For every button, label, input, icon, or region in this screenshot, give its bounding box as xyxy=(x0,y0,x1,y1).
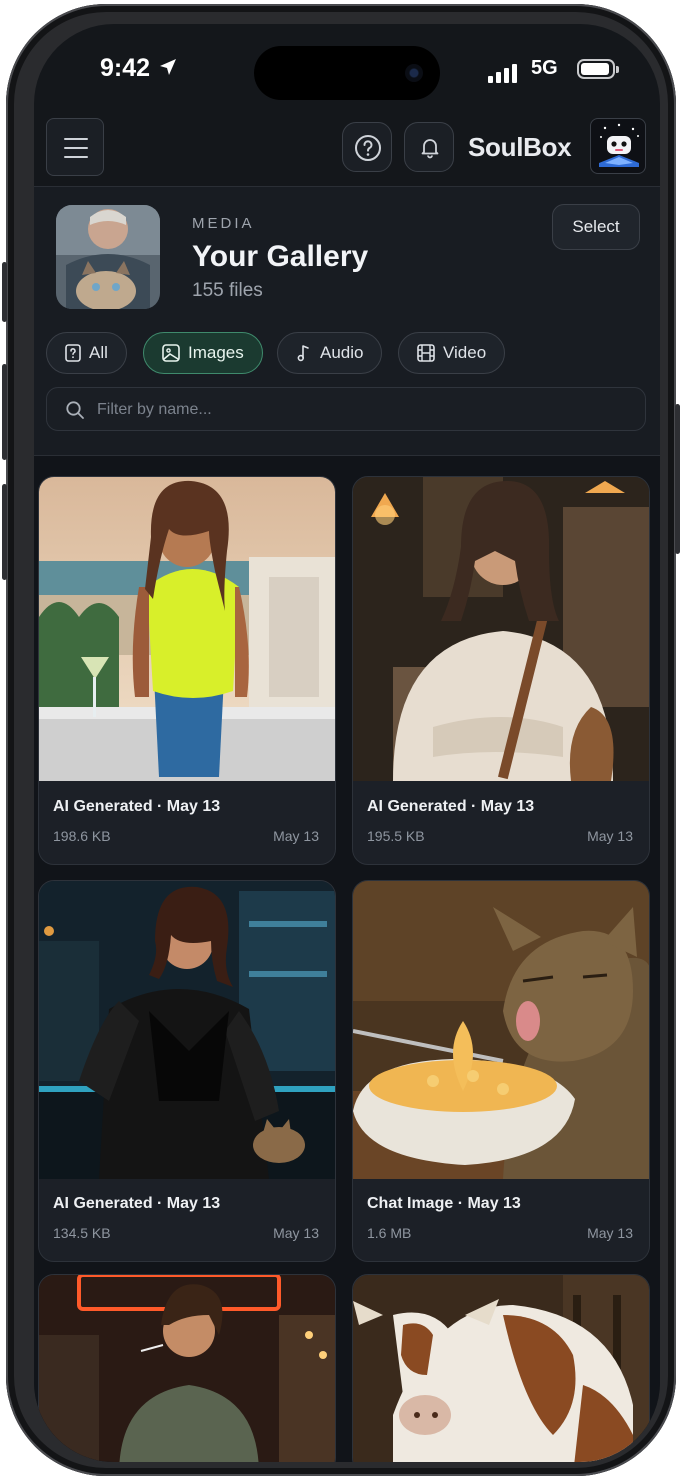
item-title: AI Generated · May 13 xyxy=(53,1195,221,1212)
screen: 9:42 5G SoulBox MEDIA Your Gallery 155 f… xyxy=(34,24,660,1462)
app-topbar: SoulBox xyxy=(34,114,660,187)
dynamic-island xyxy=(254,46,440,100)
item-size: 1.6 MB xyxy=(367,1225,412,1241)
gallery-avatar xyxy=(56,205,160,309)
gallery-header: MEDIA Your Gallery 155 files Select All xyxy=(34,187,660,456)
filter-images-label: Images xyxy=(188,343,244,362)
status-bar: 9:42 5G xyxy=(34,24,660,114)
camera-icon xyxy=(405,64,423,82)
filter-all[interactable]: All xyxy=(46,332,127,374)
filter-audio-label: Audio xyxy=(320,343,364,362)
question-circle-icon xyxy=(355,135,381,161)
filter-audio[interactable]: Audio xyxy=(277,332,383,374)
file-count: 155 files xyxy=(192,280,263,301)
filter-video[interactable]: Video xyxy=(398,332,506,374)
gallery-thumbnail xyxy=(39,1275,335,1462)
gallery-thumbnail xyxy=(39,477,335,781)
power-button xyxy=(675,404,680,554)
film-icon xyxy=(417,344,435,362)
page-title: Your Gallery xyxy=(192,240,369,273)
status-time: 9:42 xyxy=(100,54,151,82)
gallery-card[interactable] xyxy=(38,1274,336,1462)
gallery-grid: AI Generated · May 13 198.6 KB May 13 AI… xyxy=(34,456,660,1462)
location-arrow-icon xyxy=(160,59,176,75)
filter-all-label: All xyxy=(89,343,108,362)
help-button[interactable] xyxy=(342,122,392,172)
robot-logo-icon xyxy=(599,123,639,167)
battery-icon xyxy=(577,59,619,79)
search-box xyxy=(46,387,646,432)
item-title: AI Generated · May 13 xyxy=(367,798,535,815)
image-icon xyxy=(162,344,180,362)
section-kicker: MEDIA xyxy=(192,215,255,232)
item-date: May 13 xyxy=(273,828,319,844)
filter-images[interactable]: Images xyxy=(143,332,263,374)
brand-logo[interactable] xyxy=(590,118,646,174)
file-question-icon xyxy=(65,344,81,362)
gallery-card[interactable]: AI Generated · May 13 134.5 KB May 13 xyxy=(38,880,336,1262)
phone-frame: 9:42 5G SoulBox MEDIA Your Gallery 155 f… xyxy=(2,4,680,1476)
filter-video-label: Video xyxy=(443,343,487,362)
volume-up-button xyxy=(2,364,7,460)
gallery-thumbnail xyxy=(353,1275,649,1462)
item-date: May 13 xyxy=(587,1225,633,1241)
item-size: 195.5 KB xyxy=(367,828,425,844)
item-size: 134.5 KB xyxy=(53,1225,111,1241)
volume-down-button xyxy=(2,484,7,580)
item-date: May 13 xyxy=(587,828,633,844)
gallery-card[interactable]: AI Generated · May 13 195.5 KB May 13 xyxy=(352,476,650,865)
search-input[interactable] xyxy=(95,388,619,432)
gallery-thumbnail xyxy=(39,881,335,1179)
action-button xyxy=(2,262,7,322)
item-title: Chat Image · May 13 xyxy=(367,1195,521,1212)
network-label: 5G xyxy=(531,57,558,79)
gallery-thumbnail xyxy=(353,477,649,781)
search-icon xyxy=(66,401,84,419)
item-date: May 13 xyxy=(273,1225,319,1241)
brand-name: SoulBox xyxy=(468,132,572,162)
gallery-card[interactable] xyxy=(352,1274,650,1462)
gallery-card[interactable]: AI Generated · May 13 198.6 KB May 13 xyxy=(38,476,336,865)
select-button[interactable]: Select xyxy=(552,204,640,250)
item-title: AI Generated · May 13 xyxy=(53,798,221,815)
menu-button[interactable] xyxy=(46,118,104,176)
gallery-thumbnail xyxy=(353,881,649,1179)
gallery-card[interactable]: Chat Image · May 13 1.6 MB May 13 xyxy=(352,880,650,1262)
signal-icon xyxy=(488,64,517,83)
notifications-button[interactable] xyxy=(404,122,454,172)
music-note-icon xyxy=(297,345,309,362)
item-size: 198.6 KB xyxy=(53,828,111,844)
bell-icon xyxy=(421,139,439,159)
